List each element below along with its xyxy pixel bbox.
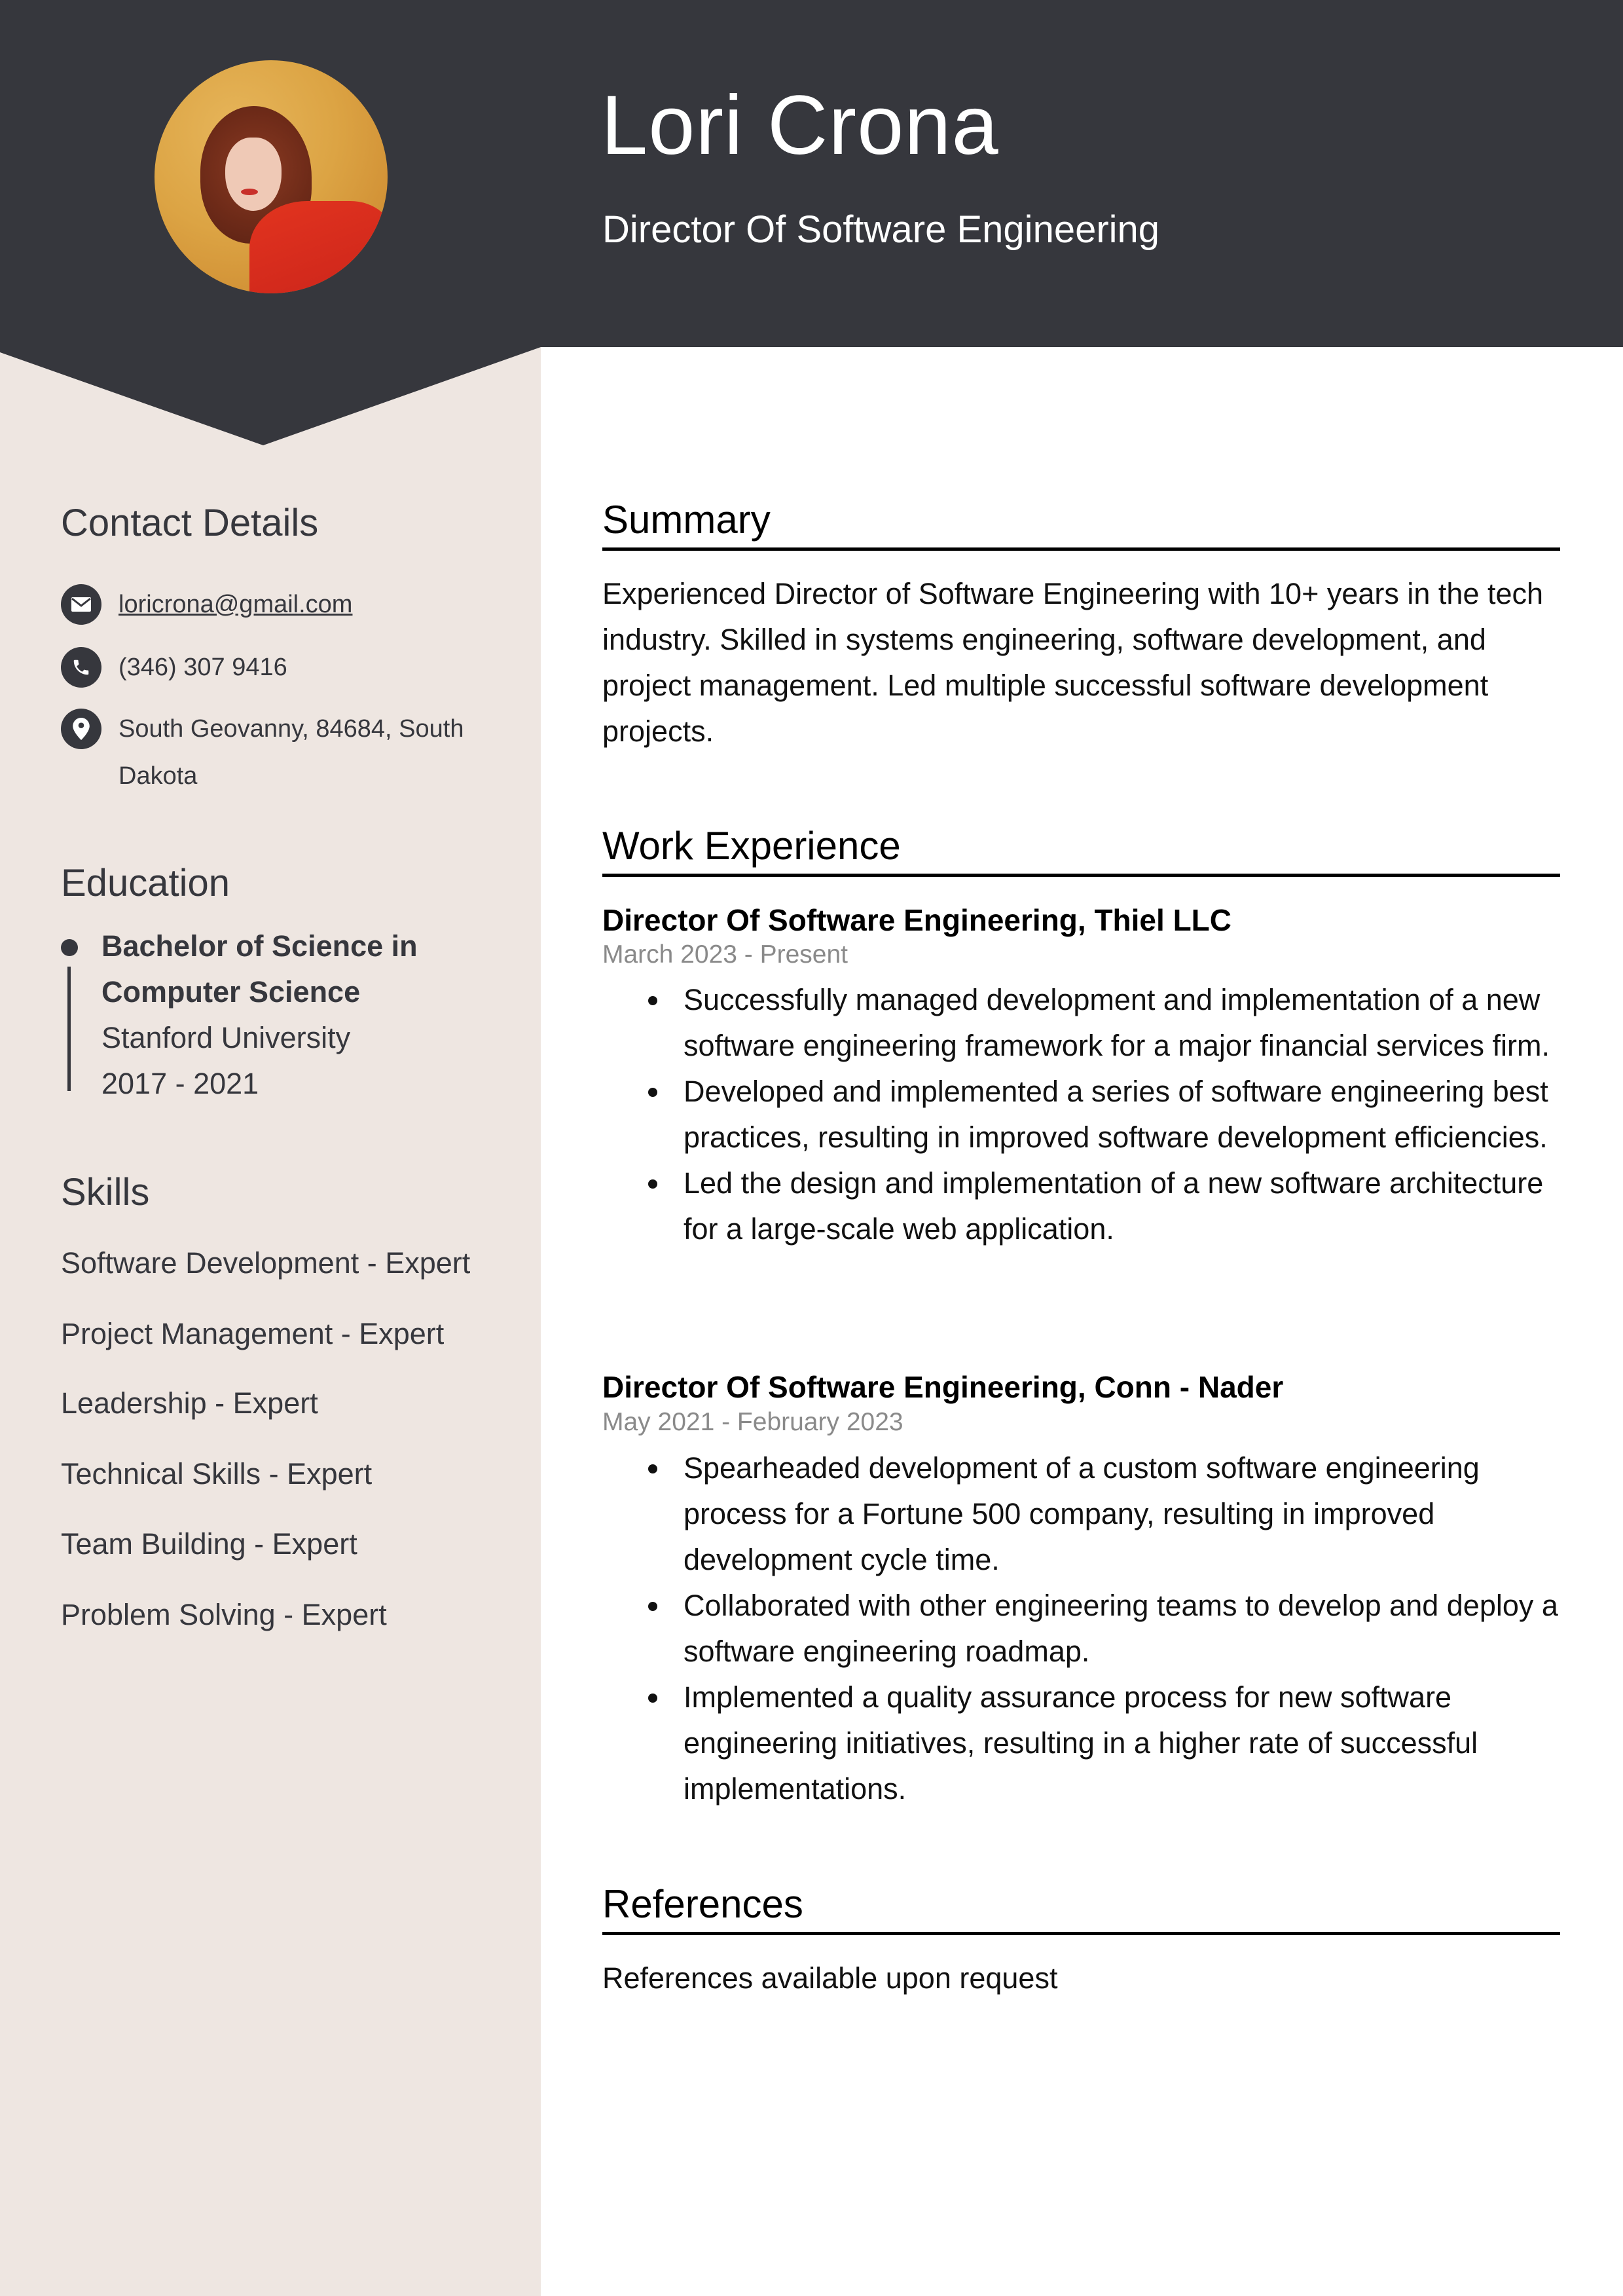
job-dates: May 2021 - February 2023 (602, 1408, 903, 1436)
timeline-dot (61, 939, 78, 956)
summary-divider (602, 547, 1560, 551)
candidate-name: Lori Crona (601, 79, 999, 172)
education-degree: Bachelor of Science in Computer Science (101, 929, 418, 1009)
bullet-item: Led the design and implementation of a n… (602, 1160, 1565, 1252)
header-chevron (0, 346, 541, 445)
work-heading: Work Experience (602, 824, 901, 868)
bullet-item: Successfully managed development and imp… (602, 977, 1565, 1069)
timeline-line (67, 967, 71, 1091)
summary-text: Experienced Director of Software Enginee… (602, 577, 1544, 748)
education-years: 2017 - 2021 (101, 1067, 259, 1100)
address-text: South Geovanny, 84684, South Dakota (119, 715, 464, 790)
job-bullets: Successfully managed development and imp… (602, 977, 1565, 1252)
email-link[interactable]: loricrona@gmail.com (119, 581, 352, 628)
skills-heading: Skills (61, 1171, 150, 1213)
photo-lips (241, 189, 258, 195)
envelope-icon (61, 584, 101, 625)
job-bullets: Spearheaded development of a custom soft… (602, 1445, 1565, 1812)
phone-text: (346) 307 9416 (119, 654, 287, 681)
candidate-title: Director Of Software Engineering (602, 208, 1160, 251)
skill-item: Software Development - Expert (61, 1246, 471, 1280)
job-title: Director Of Software Engineering, Conn -… (602, 1370, 1284, 1404)
job-dates: March 2023 - Present (602, 940, 848, 969)
summary-heading: Summary (602, 498, 771, 542)
references-divider (602, 1932, 1560, 1935)
education-school: Stanford University (101, 1021, 351, 1054)
contact-address: South Geovanny, 84684, South Dakota (61, 709, 493, 800)
education-item: Bachelor of Science in Computer Science … (61, 923, 519, 1107)
contact-heading: Contact Details (61, 502, 319, 544)
skill-item: Team Building - Expert (61, 1527, 357, 1561)
bullet-item: Developed and implemented a series of so… (602, 1069, 1565, 1160)
skill-item: Project Management - Expert (61, 1317, 445, 1350)
job-title: Director Of Software Engineering, Thiel … (602, 903, 1231, 937)
bullet-item: Collaborated with other engineering team… (602, 1583, 1565, 1675)
references-heading: References (602, 1882, 803, 1926)
education-heading: Education (61, 862, 230, 904)
work-divider (602, 874, 1560, 877)
bullet-item: Implemented a quality assurance process … (602, 1675, 1565, 1812)
phone-icon (61, 647, 101, 688)
bullet-item: Spearheaded development of a custom soft… (602, 1445, 1565, 1583)
profile-photo (155, 60, 388, 293)
map-pin-icon (61, 709, 101, 749)
skill-item: Problem Solving - Expert (61, 1598, 387, 1631)
references-text: References available upon request (602, 1961, 1058, 1995)
photo-face (225, 138, 282, 211)
skill-item: Technical Skills - Expert (61, 1457, 373, 1491)
contact-email[interactable]: loricrona@gmail.com (61, 584, 352, 628)
contact-phone: (346) 307 9416 (61, 647, 287, 691)
photo-sweater (249, 201, 388, 293)
skill-item: Leadership - Expert (61, 1386, 318, 1420)
